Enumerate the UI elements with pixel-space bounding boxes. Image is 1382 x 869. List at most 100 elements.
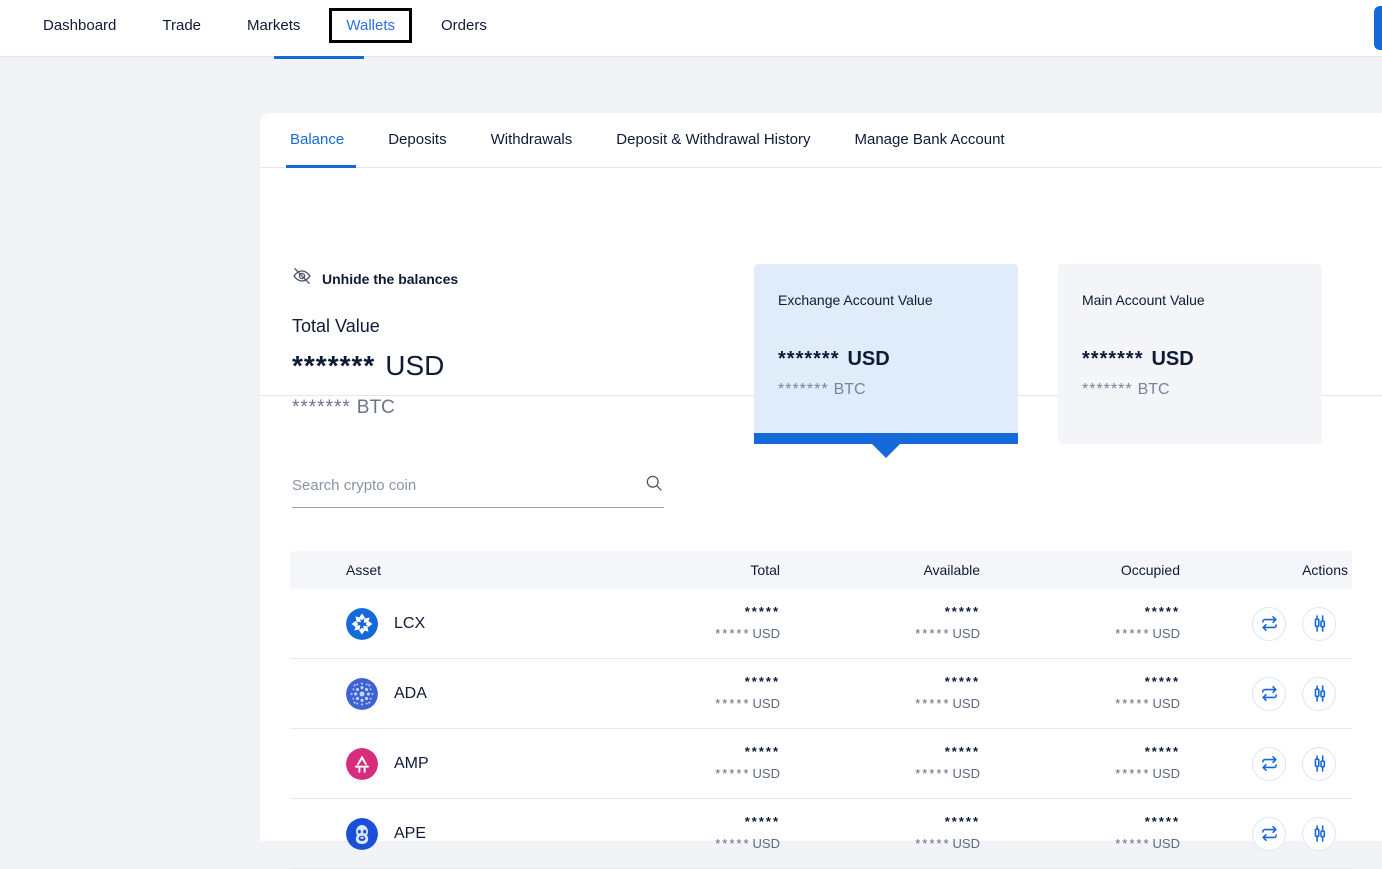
nav-item-wallets[interactable]: Wallets [329,7,412,43]
actions-cell [1180,746,1352,781]
table-row[interactable]: AMP ***** ***** USD ***** ***** USD ***** ***** U… [290,729,1352,799]
lcx-coin-icon [346,607,378,640]
tab-deposits[interactable]: Deposits [366,113,468,167]
main-account-usd-unit: USD [1151,348,1194,370]
column-header-occupied: Occupied [1120,562,1180,578]
actions-cell [1180,816,1352,851]
available-amount: ***** [944,813,980,829]
occupied-cell: ***** ***** USD [980,814,1180,854]
exchange-account-selected-bar [754,433,1018,444]
ape-coin-icon [346,817,378,850]
total-cell: ***** ***** USD [580,674,780,714]
total-usd-unit: USD [752,765,780,781]
asset-symbol: AMP [394,754,429,772]
total-cell: ***** ***** USD [580,814,780,854]
total-value-btc-amount: ******* [292,397,351,418]
table-row[interactable]: LCX ***** ***** USD ***** ***** USD ***** ***** U… [290,589,1352,659]
available-usd-unit: USD [952,695,980,711]
unhide-balances-toggle[interactable]: Unhide the balances [292,266,458,291]
available-cell: ***** ***** USD [780,674,980,714]
total-usd-value: ***** USD [580,764,780,784]
search-input[interactable] [292,477,644,494]
total-usd-amount: ***** [715,765,751,781]
occupied-usd-amount: ***** [1115,695,1151,711]
total-usd-unit: USD [752,625,780,641]
row-action-buttons [1180,746,1348,781]
available-usd-value: ***** USD [780,694,980,714]
total-usd-value: ***** USD [580,624,780,644]
candlestick-icon [1314,825,1325,842]
candlestick-icon [1314,685,1325,702]
occupied-usd-value: ***** USD [980,694,1180,714]
occupied-usd-unit: USD [1152,765,1180,781]
exchange-account-btc-amount: ******* [778,381,829,398]
total-value-usd-unit: USD [385,350,445,381]
available-usd-value: ***** USD [780,764,980,784]
nav-item-dashboard[interactable]: Dashboard [26,8,133,43]
total-value-btc: ******* BTC [292,397,395,419]
chart-button[interactable] [1302,676,1336,711]
tab-deposit-withdrawal-history[interactable]: Deposit & Withdrawal History [594,113,832,167]
nav-item-orders[interactable]: Orders [424,8,504,43]
occupied-usd-value: ***** USD [980,764,1180,784]
tab-withdrawals[interactable]: Withdrawals [469,113,595,167]
occupied-amount: ***** [1144,673,1180,689]
total-amount: ***** [744,673,780,689]
ada-coin-icon [346,677,378,710]
chart-button[interactable] [1302,606,1336,641]
total-cell: ***** ***** USD [580,744,780,784]
candlestick-icon [1314,615,1325,632]
transfer-icon [1261,755,1277,772]
asset-cell-inner: ADA [346,677,580,710]
available-usd-amount: ***** [915,625,951,641]
amp-coin-icon [346,747,378,780]
column-header-actions: Actions [1302,562,1348,578]
total-cell: ***** ***** USD [580,604,780,644]
exchange-account-value-card[interactable]: Exchange Account Value ******* USD ******… [754,264,1018,458]
primary-nav: Dashboard Trade Markets Wallets Orders [0,0,516,50]
transfer-button[interactable] [1252,676,1286,711]
transfer-icon [1261,825,1277,842]
asset-cell: ADA [290,677,580,710]
table-row[interactable]: ADA ***** ***** USD ***** ***** USD ***** ***** U… [290,659,1352,729]
chart-button[interactable] [1302,746,1336,781]
tab-manage-bank-account[interactable]: Manage Bank Account [833,113,1027,167]
occupied-usd-amount: ***** [1115,835,1151,851]
chart-button[interactable] [1302,816,1336,851]
available-usd-amount: ***** [915,835,951,851]
exchange-account-usd-amount: ******* [778,348,840,370]
row-action-buttons [1180,816,1348,851]
main-account-value-card[interactable]: Main Account Value ******* USD ******* BTC [1058,264,1322,444]
eye-off-icon [292,266,312,291]
available-usd-amount: ***** [915,765,951,781]
occupied-usd-amount: ***** [1115,625,1151,641]
row-action-buttons [1180,676,1348,711]
occupied-cell: ***** ***** USD [980,604,1180,644]
total-usd-amount: ***** [715,625,751,641]
main-account-usd: ******* USD [1082,348,1298,371]
topbar-action-button[interactable] [1374,6,1382,50]
main-account-btc: ******* BTC [1082,381,1298,399]
main-account-title: Main Account Value [1082,292,1205,308]
transfer-icon [1261,685,1277,702]
available-usd-value: ***** USD [780,834,980,854]
transfer-button[interactable] [1252,816,1286,851]
asset-cell-inner: LCX [346,607,580,640]
table-row[interactable]: APE ***** ***** USD ***** ***** USD ***** ***** U… [290,799,1352,869]
total-value-usd: ******* USD [292,350,444,382]
nav-item-trade[interactable]: Trade [145,8,218,43]
main-account-btc-unit: BTC [1137,381,1170,398]
total-usd-unit: USD [752,695,780,711]
asset-symbol: APE [394,824,427,842]
total-amount: ***** [744,813,780,829]
tab-balance[interactable]: Balance [268,113,366,167]
search-icon[interactable] [644,473,664,498]
nav-item-markets[interactable]: Markets [230,8,317,43]
occupied-usd-value: ***** USD [980,624,1180,644]
transfer-button[interactable] [1252,746,1286,781]
total-usd-unit: USD [752,835,780,851]
total-amount: ***** [744,603,780,619]
transfer-button[interactable] [1252,606,1286,641]
candlestick-icon [1314,755,1325,772]
main-account-btc-amount: ******* [1082,381,1133,398]
